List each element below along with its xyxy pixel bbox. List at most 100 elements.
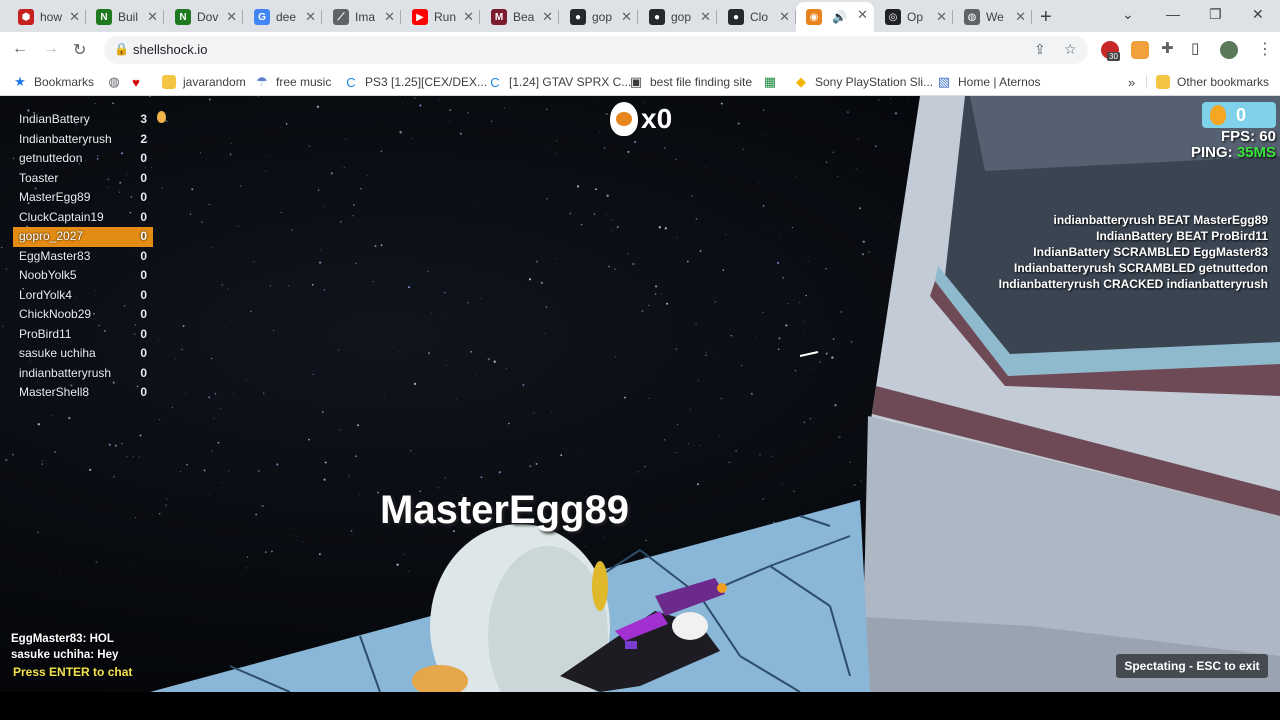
tab-13[interactable]: ◍ We ✕ <box>954 4 1032 30</box>
tab-close-icon[interactable]: ✕ <box>226 9 237 25</box>
player-name: NoobYolk5 <box>19 268 77 282</box>
restore-button[interactable]: ❐ <box>1209 6 1222 23</box>
bookmark-item[interactable]: ◆ Sony PlayStation Sli... <box>794 72 933 92</box>
player-score: 0 <box>140 287 147 302</box>
bookmark-label: Sony PlayStation Sli... <box>815 75 934 89</box>
bookmark-label: Other bookmarks <box>1177 75 1270 89</box>
tab-favicon-icon: N <box>175 9 191 25</box>
tab-9[interactable]: ● gop ✕ <box>639 4 717 30</box>
tab-close-icon[interactable]: ✕ <box>936 9 947 25</box>
bookmark-item[interactable]: ◍ <box>107 72 128 92</box>
tab-favicon-icon: M <box>491 9 507 25</box>
bookmark-item[interactable]: ▦ <box>763 72 784 92</box>
tab-title: Dov <box>197 10 219 24</box>
bookmark-divider <box>1146 75 1147 89</box>
player-name: gopro_2027 <box>19 229 84 243</box>
tab-7[interactable]: M Bea ✕ <box>481 4 559 30</box>
profile-avatar[interactable] <box>1220 41 1238 59</box>
player-name: sasuke uchiha <box>19 346 96 360</box>
bookmark-item[interactable]: C [1.24] GTAV SPRX C... <box>488 72 631 92</box>
bookmark-item[interactable]: ♥ <box>129 72 150 92</box>
minimize-button[interactable]: — <box>1166 6 1180 22</box>
chat-message: EggMaster83: HOL <box>11 633 114 645</box>
url-text[interactable]: shellshock.io <box>133 42 207 57</box>
player-score: 0 <box>140 268 147 282</box>
tab-title: gop <box>671 10 692 24</box>
tab-favicon-icon: ⬢ <box>18 9 34 25</box>
player-name: ProBird11 <box>19 326 72 341</box>
tab-1[interactable]: ⬢ how ✕ <box>8 4 86 30</box>
chat-prompt[interactable]: Press ENTER to chat <box>11 664 132 680</box>
lock-icon[interactable]: 🔒 <box>114 42 129 56</box>
player-name: MasterShell8 <box>19 385 90 399</box>
bookmark-item[interactable]: ★ Bookmarks <box>13 72 94 92</box>
tab-title: dee <box>276 10 297 24</box>
reload-button[interactable]: ↻ <box>73 40 86 60</box>
tab-title: Clo <box>750 10 769 24</box>
bag-icon: ◆ <box>796 74 806 89</box>
leaderboard: IndianBattery 3 Indianbatteryrush 2 getnutte… <box>13 110 153 403</box>
tab-close-icon[interactable]: ✕ <box>69 9 80 25</box>
tab-10[interactable]: ● Clo ✕ <box>718 4 796 30</box>
tab-favicon-icon: ◉ <box>806 9 822 25</box>
side-panel-icon[interactable]: ▯ <box>1191 39 1199 57</box>
leaderboard-row: indianbatteryrush 0 <box>13 364 153 384</box>
address-bar[interactable]: 🔒 shellshock.io ⇪ ☆ <box>104 36 1088 64</box>
bookmark-star-icon[interactable]: ☆ <box>1064 41 1077 58</box>
bookmark-item[interactable]: Other bookmarks <box>1156 72 1269 92</box>
tab-close-icon[interactable]: ✕ <box>621 9 632 25</box>
tab-close-icon[interactable]: ✕ <box>857 7 868 23</box>
player-score: 0 <box>140 307 147 321</box>
tab-close-icon[interactable]: ✕ <box>700 9 711 25</box>
bookmark-item[interactable]: ☂ free music <box>255 72 331 92</box>
tab-close-icon[interactable]: ✕ <box>1015 9 1026 25</box>
leaderboard-row: CluckCaptain19 0 <box>13 208 153 228</box>
tab-12[interactable]: ◎ Op ✕ <box>875 4 953 30</box>
kill-feed-entry: Indianbatteryrush CRACKED indianbatteryr… <box>998 277 1268 291</box>
new-tab-button[interactable]: + <box>1040 6 1052 29</box>
extension-icon-2[interactable] <box>1131 41 1149 59</box>
leaderboard-row: LordYolk4 0 <box>13 286 153 306</box>
kill-feed: indianbatteryrush BEAT MasterEgg89 Indian… <box>999 212 1268 292</box>
player-name: IndianBattery <box>19 112 90 126</box>
tab-11[interactable]: ◉ 🔊 ✕ <box>796 2 874 32</box>
skull-egg-icon <box>610 102 638 136</box>
tab-close-icon[interactable]: ✕ <box>779 9 790 25</box>
tab-audio-icon[interactable]: 🔊 <box>832 10 847 24</box>
tab-6[interactable]: ▶ Run ✕ <box>402 4 480 30</box>
bookmark-item[interactable]: C PS3 [1.25][CEX/DEX... <box>344 72 487 92</box>
ping-value: 35MS <box>1236 144 1276 161</box>
bookmark-label: PS3 [1.25][CEX/DEX... <box>365 75 488 89</box>
forward-button[interactable]: → <box>43 40 59 58</box>
tab-close-icon[interactable]: ✕ <box>305 9 316 25</box>
more-bookmarks-chevron-icon[interactable]: » <box>1128 72 1135 92</box>
tab-close-icon[interactable]: ✕ <box>542 9 553 25</box>
player-name: getnuttedon <box>19 151 83 165</box>
extensions-puzzle-icon[interactable]: ✚ <box>1161 39 1174 57</box>
leaderboard-row: EggMaster83 0 <box>13 247 153 267</box>
game-scene <box>150 96 1280 692</box>
tab-2[interactable]: N Buil ✕ <box>86 4 164 30</box>
tab-close-icon[interactable]: ✕ <box>384 9 395 25</box>
bookmark-item[interactable]: ▧ Home | Aternos <box>937 72 1041 92</box>
back-button[interactable]: ← <box>12 40 28 58</box>
player-score: 0 <box>140 385 147 399</box>
tab-8[interactable]: ● gop ✕ <box>560 4 638 30</box>
tab-3[interactable]: N Dov ✕ <box>165 4 243 30</box>
game-viewport[interactable]: IndianBattery 3 Indianbatteryrush 2 getnutte… <box>0 96 1280 692</box>
leaderboard-row: ProBird11 0 <box>13 325 153 345</box>
close-window-button[interactable]: ✕ <box>1252 6 1264 23</box>
tab-5[interactable]: ⟋ Ima ✕ <box>323 4 401 30</box>
heart-icon: ♥ <box>132 74 140 90</box>
bookmark-item[interactable]: ▣ best file finding site <box>629 72 752 92</box>
tab-close-icon[interactable]: ✕ <box>147 9 158 25</box>
tab-search-icon[interactable]: ⌄ <box>1122 6 1134 23</box>
share-icon[interactable]: ⇪ <box>1034 41 1046 58</box>
leaderboard-row: sasuke uchiha 0 <box>13 344 153 364</box>
spectate-exit-hint[interactable]: Spectating - ESC to exit <box>1116 654 1268 678</box>
menu-kebab-icon[interactable]: ⋮ <box>1257 39 1273 59</box>
player-name: EggMaster83 <box>19 248 91 263</box>
tab-close-icon[interactable]: ✕ <box>463 9 474 25</box>
bookmark-item[interactable]: javarandom <box>162 72 246 92</box>
tab-4[interactable]: Gdee ✕ <box>244 4 322 30</box>
